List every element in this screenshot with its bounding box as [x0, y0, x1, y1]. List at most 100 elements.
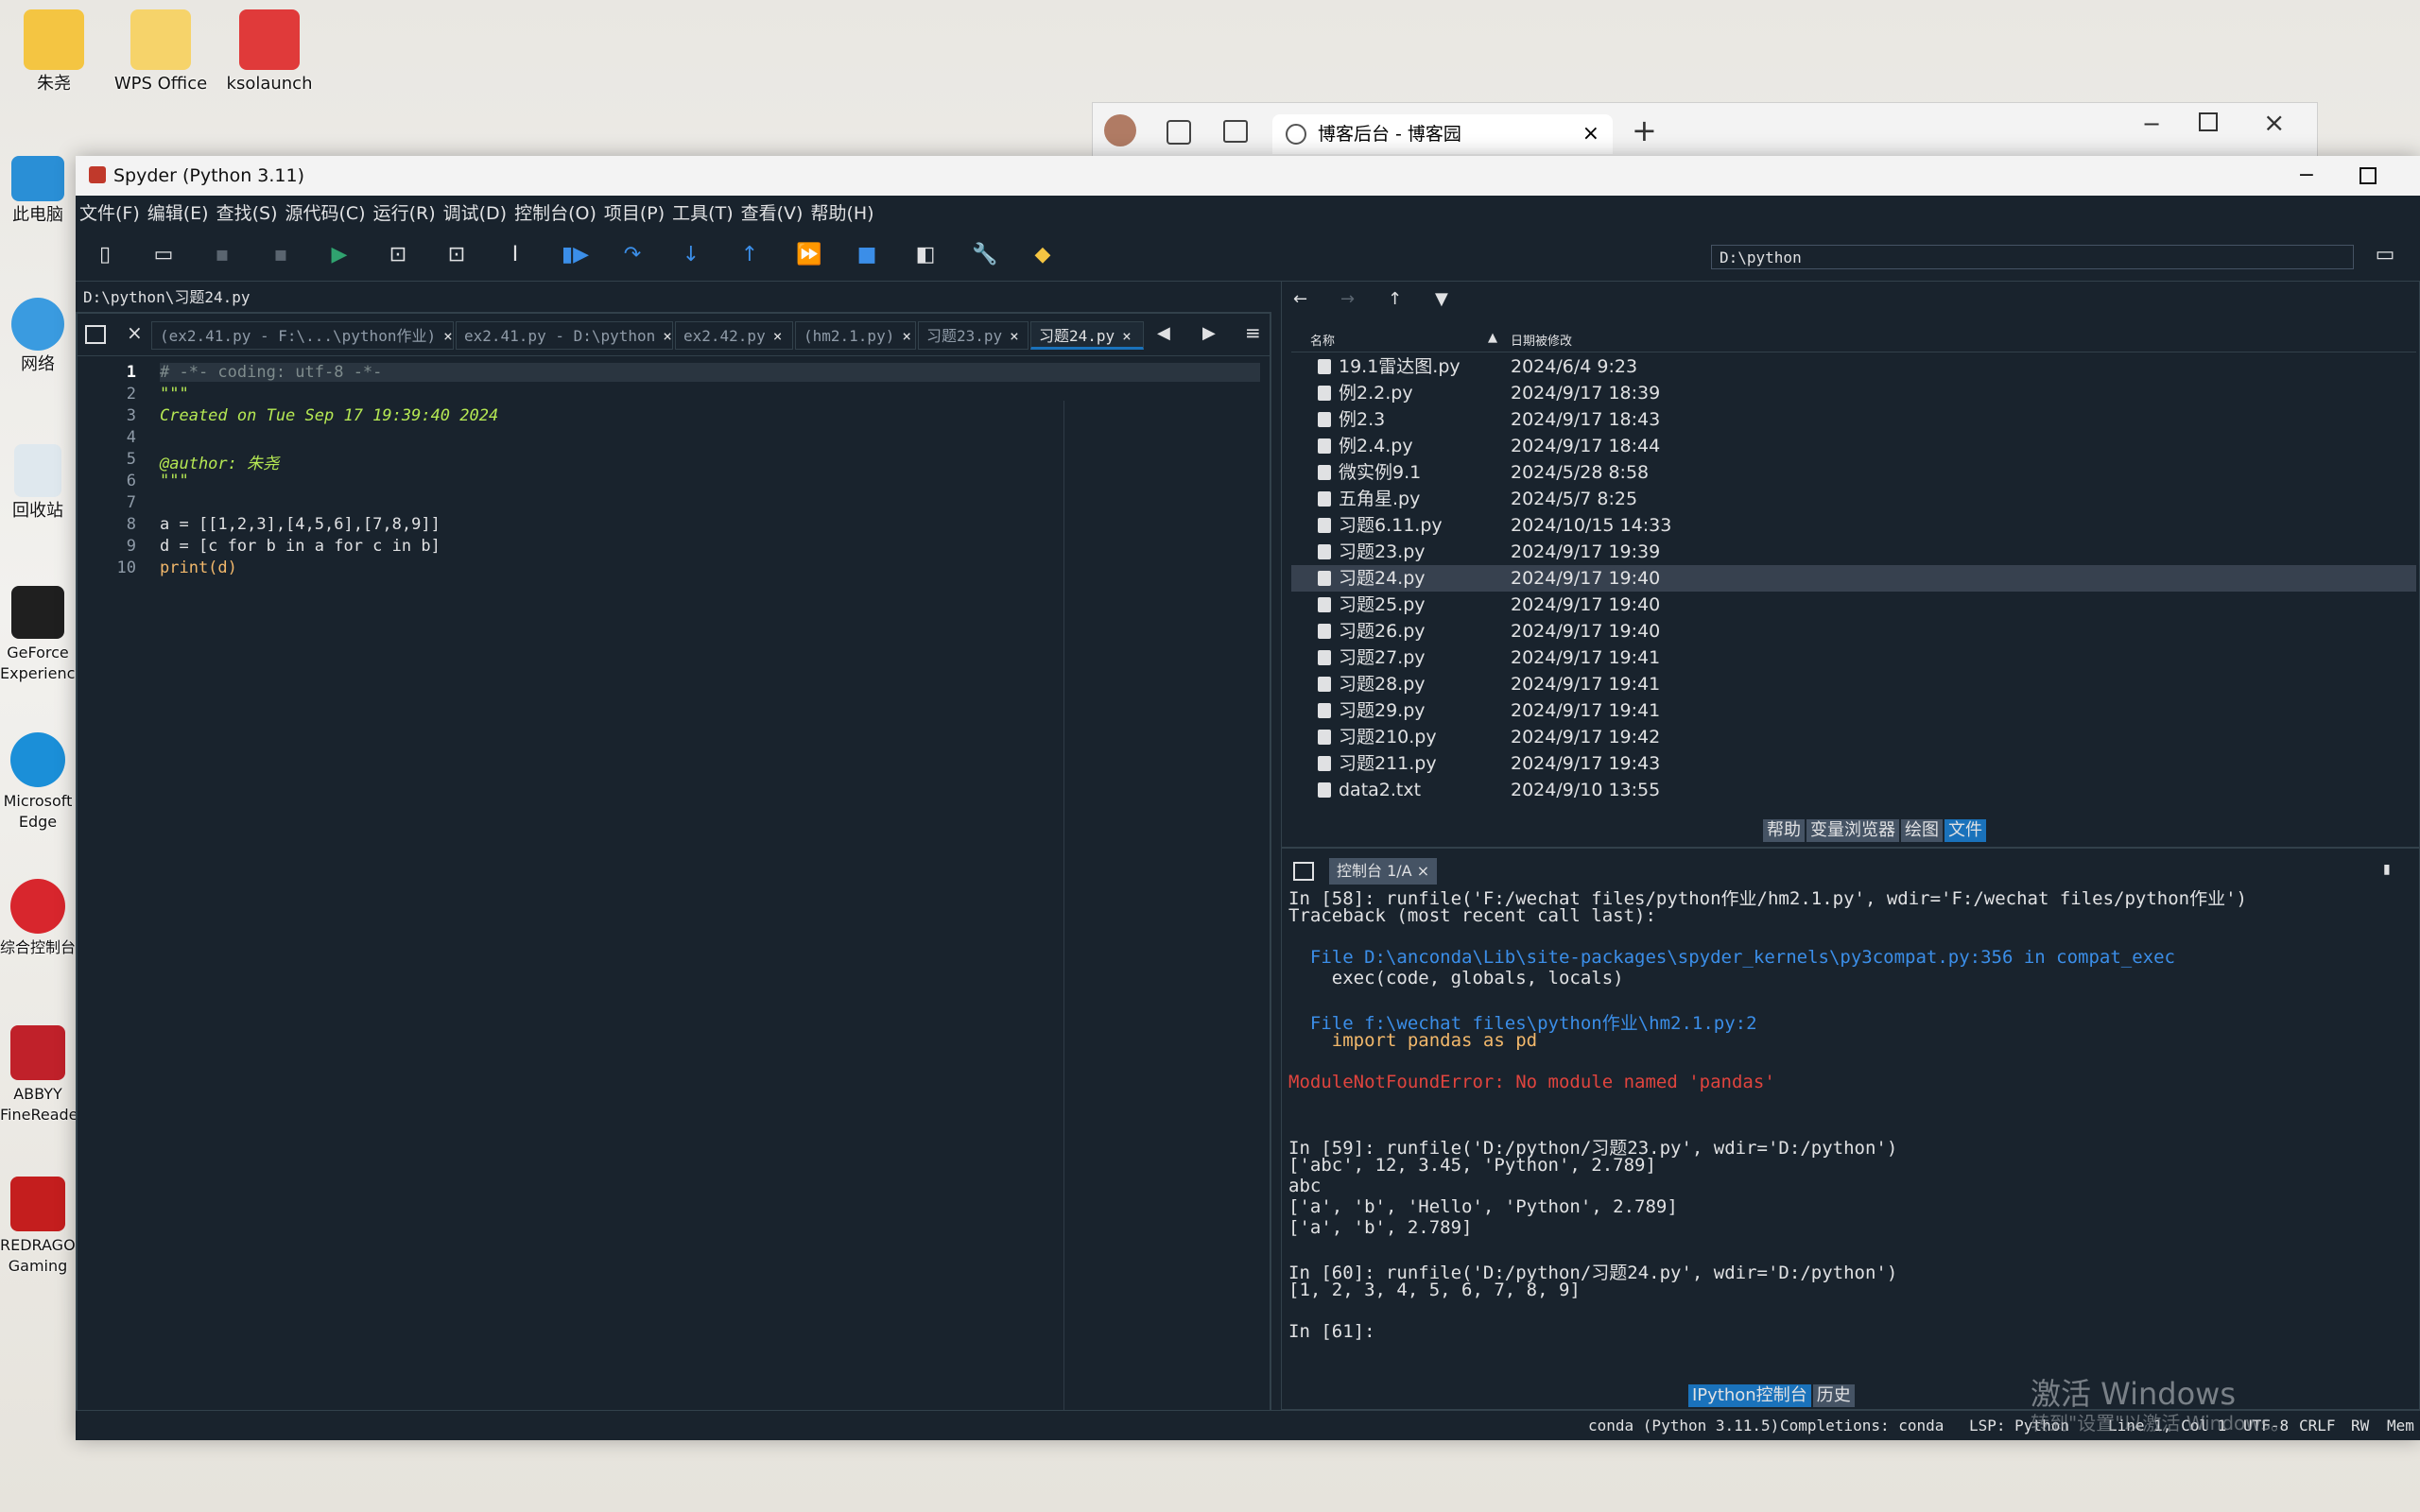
close-tab-icon[interactable]: × — [1582, 114, 1599, 154]
editor-tab-active[interactable]: 习题24.py × — [1030, 321, 1144, 350]
close-tab-icon[interactable]: × — [443, 327, 453, 345]
file-row[interactable]: 习题24.py 2024/9/17 19:40 — [1291, 565, 2416, 592]
file-row[interactable]: 例2.4.py 2024/9/17 18:44 — [1291, 433, 2416, 459]
file-row[interactable]: 微实例9.1 2024/5/28 8:58 — [1291, 459, 2416, 486]
file-row[interactable]: 例2.2.py 2024/9/17 18:39 — [1291, 380, 2416, 406]
menu-debug[interactable]: 调试(D) — [440, 196, 510, 232]
browse-tabs-icon[interactable] — [85, 325, 106, 344]
step-into-icon[interactable]: ↓ — [679, 243, 703, 267]
browse-consoles-icon[interactable] — [1293, 862, 1314, 881]
file-row[interactable]: 习题29.py 2024/9/17 19:41 — [1291, 697, 2416, 724]
continue-icon[interactable]: ⏩ — [796, 243, 821, 267]
step-return-icon[interactable]: ↑ — [737, 243, 762, 267]
desktop-icon-abbyy[interactable]: ABBYY FineReader — [0, 1025, 84, 1125]
desktop-icon-this-pc[interactable]: 此电脑 — [0, 156, 76, 226]
code-editor[interactable]: # -*- coding: utf-8 -*- """ Created on T… — [156, 357, 1270, 1430]
tab-history[interactable]: 历史 — [1812, 1384, 1855, 1407]
menu-projects[interactable]: 项目(P) — [600, 196, 668, 232]
menu-consoles[interactable]: 控制台(O) — [510, 196, 600, 232]
file-row[interactable]: 习题27.py 2024/9/17 19:41 — [1291, 644, 2416, 671]
desktop-icon-recycle-bin[interactable]: 回收站 — [0, 444, 76, 522]
browser-tab-blog[interactable]: 博客后台 - 博客园 × — [1272, 114, 1613, 154]
run-cell-icon[interactable]: ⊡ — [386, 243, 410, 267]
open-file-icon[interactable]: ▭ — [151, 243, 176, 267]
menu-edit[interactable]: 编辑(E) — [144, 196, 213, 232]
run-selection-icon[interactable]: I — [503, 243, 527, 267]
tab-scroll-right-icon[interactable]: ▶ — [1202, 323, 1216, 343]
menu-run[interactable]: 运行(R) — [370, 196, 440, 232]
close-all-icon[interactable]: × — [127, 321, 143, 344]
forward-icon[interactable]: → — [1340, 289, 1355, 309]
new-tab-button[interactable]: + — [1632, 112, 1657, 148]
working-directory-input[interactable]: D:\python — [1711, 245, 2354, 269]
editor-options-icon[interactable]: ≡ — [1245, 321, 1261, 344]
editor-tab[interactable]: (hm2.1.py) × — [795, 321, 916, 350]
save-icon[interactable]: ▪ — [210, 243, 234, 267]
editor-tab[interactable]: ex2.42.py × — [675, 321, 793, 350]
close-tab-icon[interactable]: × — [902, 327, 911, 345]
browse-folder-icon[interactable]: ▭ — [2373, 243, 2397, 267]
python-path-icon[interactable]: ◆ — [1030, 243, 1055, 267]
run-icon[interactable]: ▶ — [327, 243, 352, 267]
file-row[interactable]: 习题6.11.py 2024/10/15 14:33 — [1291, 512, 2416, 539]
file-row[interactable]: data2.txt 2024/9/10 13:55 — [1291, 777, 2416, 803]
tab-files[interactable]: 文件 — [1945, 819, 1986, 842]
editor-tab[interactable]: ex2.41.py - D:\python × — [456, 321, 673, 350]
tab-plots[interactable]: 绘图 — [1901, 819, 1943, 842]
back-icon[interactable]: ← — [1293, 289, 1307, 309]
console-options-icon[interactable]: ▮ — [2383, 862, 2391, 877]
file-row[interactable]: 习题23.py 2024/9/17 19:39 — [1291, 539, 2416, 565]
maximize-button[interactable] — [2199, 112, 2218, 131]
save-all-icon[interactable]: ▪ — [268, 243, 293, 267]
file-row[interactable]: 例2.3 2024/9/17 18:43 — [1291, 406, 2416, 433]
stop-icon[interactable]: ■ — [855, 243, 879, 267]
column-name-header[interactable]: 名称 — [1310, 331, 1335, 349]
console-output[interactable]: In [58]: runfile('F:/wechat files/python… — [1282, 890, 2419, 1381]
close-window-button[interactable]: × — [2263, 107, 2285, 138]
step-over-icon[interactable]: ↷ — [620, 243, 645, 267]
tab-scroll-left-icon[interactable]: ◀ — [1157, 323, 1170, 343]
minimize-button[interactable]: − — [2142, 111, 2161, 137]
desktop-icon-console[interactable]: 综合控制台 — [0, 879, 76, 958]
desktop-icon-geforce[interactable]: GeForce Experience — [0, 586, 84, 684]
close-tab-icon[interactable]: × — [1010, 327, 1019, 345]
maximize-pane-icon[interactable]: ◧ — [913, 243, 938, 267]
close-tab-icon[interactable]: × — [663, 327, 672, 345]
editor-tab[interactable]: 习题23.py × — [918, 321, 1028, 350]
console-tab[interactable]: 控制台 1/A × — [1329, 858, 1438, 885]
tab-variable-explorer[interactable]: 变量浏览器 — [1806, 819, 1899, 842]
menu-file[interactable]: 文件(F) — [76, 196, 144, 232]
tab-ipython-console[interactable]: IPython控制台 — [1688, 1384, 1811, 1407]
close-tab-icon[interactable]: × — [1417, 862, 1429, 880]
avatar[interactable] — [1104, 114, 1136, 146]
maximize-button[interactable] — [2349, 162, 2387, 190]
file-row[interactable]: 习题26.py 2024/9/17 19:40 — [1291, 618, 2416, 644]
debug-icon[interactable]: ▮▶ — [562, 243, 589, 267]
menu-tools[interactable]: 工具(T) — [668, 196, 736, 232]
sidebar-tabs-icon[interactable] — [1223, 120, 1248, 143]
file-row[interactable]: 习题210.py 2024/9/17 19:42 — [1291, 724, 2416, 750]
editor-tab[interactable]: (ex2.41.py - F:\...\python作业) × — [151, 321, 454, 350]
status-conda[interactable]: conda (Python 3.11.5) — [1588, 1411, 1779, 1440]
menu-source[interactable]: 源代码(C) — [282, 196, 370, 232]
file-row[interactable]: 习题25.py 2024/9/17 19:40 — [1291, 592, 2416, 618]
desktop-icon-edge[interactable]: Microsoft Edge — [0, 732, 76, 833]
run-cell-advance-icon[interactable]: ⊡ — [444, 243, 469, 267]
parent-dir-icon[interactable]: ↑ — [1388, 289, 1402, 309]
menu-help[interactable]: 帮助(H) — [806, 196, 877, 232]
column-date-header[interactable]: 日期被修改 — [1511, 331, 1572, 349]
close-tab-icon[interactable]: × — [1122, 327, 1132, 345]
file-row[interactable]: 习题28.py 2024/9/17 19:41 — [1291, 671, 2416, 697]
collections-icon[interactable] — [1167, 120, 1191, 145]
desktop-icon-user[interactable]: 朱尧 — [2, 9, 106, 94]
desktop-icon-wps[interactable]: WPS Office — [109, 9, 213, 94]
preferences-icon[interactable]: 🔧 — [972, 243, 997, 267]
menu-search[interactable]: 查找(S) — [213, 196, 282, 232]
minimize-button[interactable]: − — [2288, 162, 2325, 190]
file-row[interactable]: 五角星.py 2024/5/7 8:25 — [1291, 486, 2416, 512]
close-tab-icon[interactable]: × — [773, 327, 783, 345]
new-file-icon[interactable]: ▯ — [93, 243, 117, 267]
desktop-icon-redragon[interactable]: REDRAGON Gaming — [0, 1177, 87, 1277]
file-row[interactable]: 19.1雷达图.py 2024/6/4 9:23 — [1291, 353, 2416, 380]
browser-window[interactable]: 博客后台 - 博客园 × + − × — [1092, 102, 2318, 160]
